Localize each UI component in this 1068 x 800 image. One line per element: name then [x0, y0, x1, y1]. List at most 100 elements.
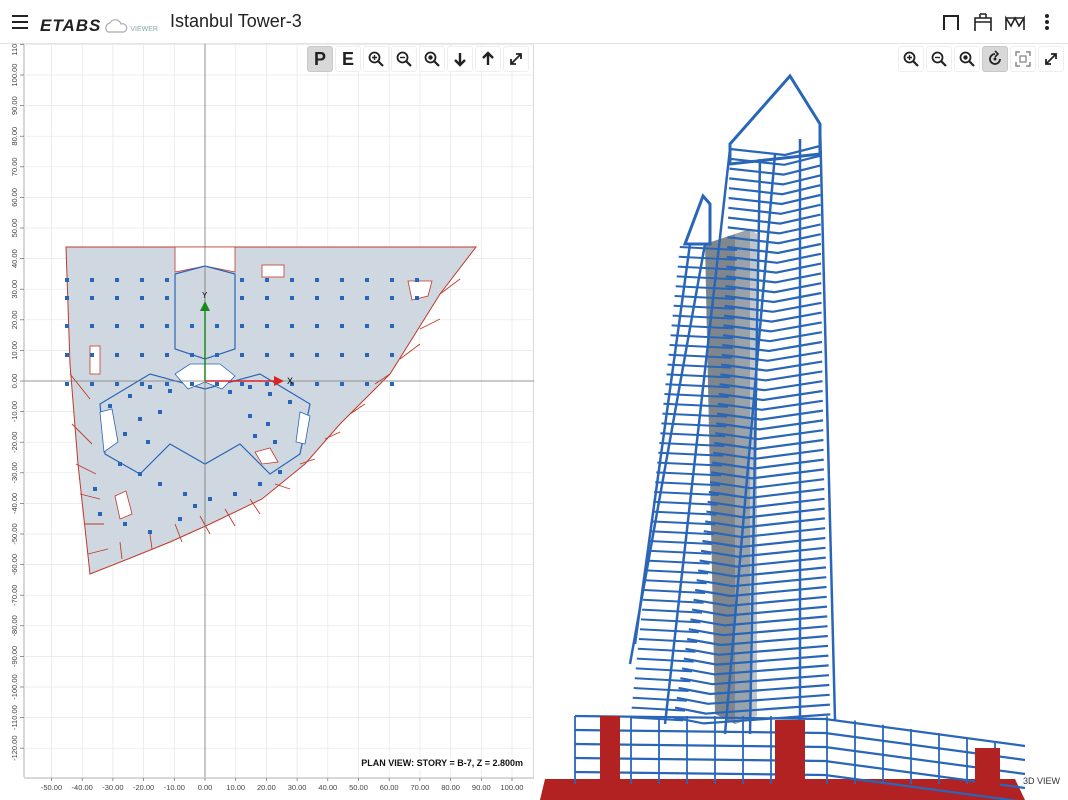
x-tick-label: 20.00: [257, 783, 276, 792]
x-tick-label: 10.00: [226, 783, 245, 792]
podium-block-2: [775, 720, 805, 790]
y-tick-label: 30.00: [10, 280, 19, 299]
zoom-out-3d-button[interactable]: [926, 46, 952, 72]
zoom-in-3d-button[interactable]: [898, 46, 924, 72]
y-tick-label: -40.00: [10, 493, 19, 514]
y-tick-label: -30.00: [10, 462, 19, 483]
frame-view-icon: [943, 15, 959, 30]
x-tick-label: 0.00: [198, 783, 213, 792]
more-options-icon: [1045, 14, 1049, 30]
y-tick-label: 110.00: [10, 44, 19, 56]
x-tick-label: -40.00: [72, 783, 93, 792]
expand-icon: [1045, 53, 1057, 65]
zoom-out-icon: [931, 51, 947, 67]
plan-canvas[interactable]: 110.00 100.00 90.00 80.00 70.00 60.00 50.00 40.…: [0, 44, 534, 777]
3d-view-panel[interactable]: 3D VIEW: [535, 44, 1068, 800]
x-tick-label: 60.00: [380, 783, 399, 792]
zoom-fit-icon: [424, 51, 440, 67]
zoom-out-button[interactable]: [391, 46, 417, 72]
y-tick-label: 20.00: [10, 310, 19, 329]
x-tick-label: 100.00: [501, 783, 524, 792]
y-tick-label: 40.00: [10, 249, 19, 268]
structure-view-button[interactable]: [970, 8, 996, 36]
structure-view-icon: [974, 13, 992, 31]
y-tick-label: -110.00: [10, 705, 19, 730]
void-box-2: [89, 345, 101, 375]
x-tick-label: -20.00: [133, 783, 154, 792]
y-tick-label: -80.00: [10, 615, 19, 636]
y-tick-label: -60.00: [10, 554, 19, 575]
y-tick-label: -90.00: [10, 646, 19, 667]
arrow-down-icon: [454, 53, 466, 67]
3d-view-caption: 3D VIEW: [1022, 776, 1060, 786]
x-tick-label: 80.00: [441, 783, 460, 792]
plan-toolbar: P E: [307, 46, 529, 72]
y-tick-label: 60.00: [10, 188, 19, 207]
y-tick-label: 100.00: [10, 64, 19, 87]
app-logo: ETABS VIEWER: [40, 8, 158, 36]
zoom-out-icon: [396, 51, 412, 67]
podium-block-1: [600, 716, 620, 786]
pan-icon: [1015, 51, 1031, 67]
y-axis-ticks: 110.00 100.00 90.00 80.00 70.00 60.00 50.00 40.…: [10, 44, 24, 761]
y-tick-label: 90.00: [10, 96, 19, 115]
y-tick-label: -120.00: [10, 735, 19, 760]
hamburger-menu-button[interactable]: [0, 0, 40, 44]
y-tick-label: 50.00: [10, 219, 19, 238]
zoom-in-icon: [368, 51, 384, 67]
frame-view-button[interactable]: [938, 8, 964, 36]
y-axis-label: Y: [202, 291, 208, 300]
y-tick-label: -50.00: [10, 523, 19, 544]
header-actions: [938, 8, 1060, 36]
hamburger-icon: [12, 14, 28, 29]
expand-3d-button[interactable]: [1038, 46, 1064, 72]
logo-subtext: VIEWER: [130, 25, 158, 33]
cloud-icon: [105, 18, 128, 33]
pan-3d-button[interactable]: [1010, 46, 1036, 72]
x-tick-label: 50.00: [349, 783, 368, 792]
app-header: ETABS VIEWER Istanbul Tower-3: [0, 0, 1068, 44]
more-options-button[interactable]: [1034, 8, 1060, 36]
x-tick-label: 70.00: [411, 783, 430, 792]
x-tick-label: -30.00: [102, 783, 123, 792]
y-tick-label: 10.00: [10, 341, 19, 360]
x-tick-label: 30.00: [288, 783, 307, 792]
expand-plan-button[interactable]: [503, 46, 529, 72]
rotate-3d-button[interactable]: [982, 46, 1008, 72]
3d-toolbar: [898, 46, 1064, 72]
story-down-button[interactable]: [447, 46, 473, 72]
project-title: Istanbul Tower-3: [169, 11, 302, 31]
y-tick-label: -70.00: [10, 585, 19, 606]
x-tick-label: -10.00: [164, 783, 185, 792]
secondary-spire: [682, 193, 712, 246]
zoom-fit-icon: [959, 51, 975, 67]
plan-mode-button[interactable]: P: [307, 46, 333, 72]
truss-view-icon: [1005, 15, 1025, 30]
x-tick-label: 40.00: [318, 783, 337, 792]
zoom-in-button[interactable]: [363, 46, 389, 72]
elevation-mode-button[interactable]: E: [335, 46, 361, 72]
story-up-button[interactable]: [475, 46, 501, 72]
x-tick-label: -50.00: [41, 783, 62, 792]
x-axis-ticks: -50.00 -40.00 -30.00 -20.00 -10.00 0.00 10.00 2…: [0, 777, 534, 800]
truss-view-button[interactable]: [1002, 8, 1028, 36]
plan-view-panel[interactable]: 110.00 100.00 90.00 80.00 70.00 60.00 50.00 40.…: [0, 44, 534, 777]
y-tick-label: 0.00: [10, 374, 19, 389]
y-tick-label: -10.00: [10, 401, 19, 422]
3d-canvas[interactable]: [535, 44, 1068, 800]
void-box-1: [261, 264, 285, 278]
x-axis-label: X: [287, 376, 293, 386]
zoom-in-icon: [903, 51, 919, 67]
y-tick-label: 70.00: [10, 157, 19, 176]
y-tick-label: -100.00: [10, 674, 19, 699]
y-tick-label: -20.00: [10, 432, 19, 453]
expand-icon: [510, 53, 522, 65]
rotate-icon: [989, 50, 1001, 65]
plan-caption: PLAN VIEW: STORY = B-7, Z = 2.800m: [359, 757, 525, 769]
logo-text: ETABS: [40, 15, 102, 35]
x-tick-label: 90.00: [472, 783, 491, 792]
zoom-fit-button[interactable]: [419, 46, 445, 72]
podium-block-3: [975, 748, 1000, 794]
arrow-up-icon: [482, 51, 494, 65]
zoom-fit-3d-button[interactable]: [954, 46, 980, 72]
